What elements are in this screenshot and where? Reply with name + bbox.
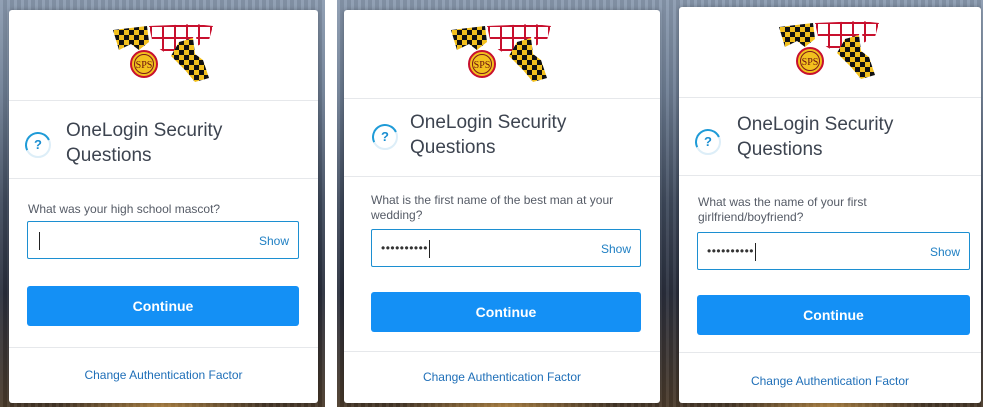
divider [9, 347, 318, 348]
change-authentication-factor-link[interactable]: Change Authentication Factor [679, 374, 981, 388]
title-section: ? OneLogin Security Questions [679, 97, 981, 176]
maryland-flag-logo: SPS [451, 24, 551, 82]
page-title: OneLogin Security Questions [737, 114, 894, 160]
login-card: SPS ? OneLogin Security Questions What i… [344, 10, 660, 403]
logo-header: SPS [344, 10, 660, 99]
maryland-flag-logo: SPS [112, 24, 213, 82]
svg-text:SPS: SPS [474, 60, 491, 71]
svg-text:SPS: SPS [135, 60, 152, 71]
logo-header: SPS [679, 7, 981, 98]
answer-input[interactable]: •••••••••• Show [371, 229, 641, 267]
change-authentication-factor-link[interactable]: Change Authentication Factor [9, 368, 318, 382]
question-spinner-icon: ? [21, 128, 55, 162]
divider [679, 352, 981, 353]
logo-header: SPS [9, 10, 318, 101]
change-authentication-factor-link[interactable]: Change Authentication Factor [344, 370, 660, 384]
maryland-flag-logo: SPS [779, 21, 879, 79]
login-card: SPS ? OneLogin Security Questions What w… [9, 10, 318, 403]
answer-value: •••••••••• [707, 244, 755, 258]
security-question-label: What was the name of your first girlfrie… [698, 195, 867, 224]
answer-input[interactable]: •••••••••• Show [697, 232, 970, 270]
question-spinner-icon: ? [691, 125, 725, 159]
show-toggle[interactable]: Show [930, 245, 960, 259]
answer-input[interactable]: Show [27, 221, 299, 259]
continue-button[interactable]: Continue [27, 286, 299, 326]
text-cursor [39, 232, 40, 250]
text-cursor [429, 240, 430, 258]
svg-text:SPS: SPS [802, 57, 819, 68]
security-question-label: What was your high school mascot? [28, 202, 221, 216]
continue-button[interactable]: Continue [697, 295, 970, 335]
continue-button[interactable]: Continue [371, 292, 641, 332]
question-spinner-icon: ? [368, 120, 402, 154]
show-toggle[interactable]: Show [259, 234, 289, 248]
page-title: OneLogin Security Questions [66, 120, 223, 166]
login-card: SPS ? OneLogin Security Questions What w… [679, 7, 981, 403]
text-cursor [755, 243, 756, 261]
title-section: ? OneLogin Security Questions [344, 98, 660, 177]
title-section: ? OneLogin Security Questions [9, 100, 318, 179]
security-question-label: What is the first name of the best man a… [371, 193, 614, 222]
page-title: OneLogin Security Questions [410, 112, 567, 158]
show-toggle[interactable]: Show [601, 242, 631, 256]
divider [344, 351, 660, 352]
answer-value: •••••••••• [381, 241, 429, 255]
